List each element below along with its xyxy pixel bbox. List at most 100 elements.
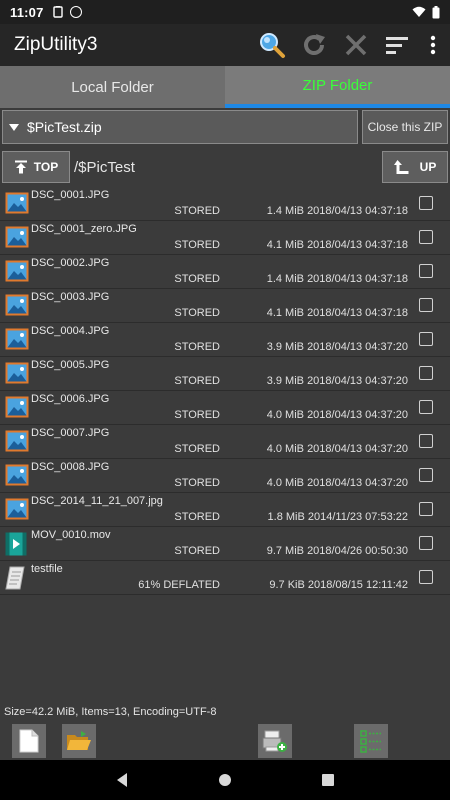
image-file-icon: [5, 362, 29, 386]
close-icon: [345, 34, 367, 56]
file-row[interactable]: DSC_0003.JPG STORED 4.1 MiB 2018/04/13 04:…: [0, 289, 450, 323]
image-file-icon: [5, 260, 29, 284]
file-name: DSC_0001.JPG: [31, 189, 110, 201]
file-name: DSC_0002.JPG: [31, 257, 110, 269]
nav-home-button[interactable]: [205, 760, 245, 800]
file-select-checkbox[interactable]: [419, 196, 433, 210]
status-bar: 11:07: [0, 0, 450, 24]
close-zip-button[interactable]: Close this ZIP: [362, 110, 448, 144]
home-circle-icon: [218, 774, 231, 786]
cancel-button[interactable]: [342, 31, 370, 59]
file-row[interactable]: DSC_0006.JPG STORED 4.0 MiB 2018/04/13 04:…: [0, 391, 450, 425]
compression-method: STORED: [174, 341, 220, 353]
file-size-date: 1.4 MiB 2018/04/13 04:37:18: [267, 205, 408, 217]
file-size: 4.0 MiB: [266, 409, 304, 421]
file-name: DSC_0004.JPG: [31, 325, 110, 337]
recents-square-icon: [322, 774, 335, 786]
file-datetime: 2018/04/13 04:37:18: [307, 239, 408, 251]
file-select-checkbox[interactable]: [419, 502, 433, 516]
file-row[interactable]: DSC_0005.JPG STORED 3.9 MiB 2018/04/13 04:…: [0, 357, 450, 391]
file-row[interactable]: DSC_0007.JPG STORED 4.0 MiB 2018/04/13 04:…: [0, 425, 450, 459]
file-select-checkbox[interactable]: [419, 536, 433, 550]
file-select-checkbox[interactable]: [419, 366, 433, 380]
tab-zip-folder[interactable]: ZIP Folder: [225, 66, 450, 108]
search-button[interactable]: [258, 31, 286, 59]
file-select-checkbox[interactable]: [419, 468, 433, 482]
file-name: DSC_0005.JPG: [31, 359, 110, 371]
compression-method: STORED: [174, 477, 220, 489]
file-datetime: 2018/04/13 04:37:20: [307, 341, 408, 353]
new-file-button[interactable]: [12, 724, 46, 758]
file-select-checkbox[interactable]: [419, 264, 433, 278]
image-file-icon: [5, 328, 29, 352]
file-size: 4.0 MiB: [266, 477, 304, 489]
wifi-icon: [412, 6, 426, 17]
file-row[interactable]: DSC_0002.JPG STORED 1.4 MiB 2018/04/13 04:…: [0, 255, 450, 289]
search-icon: [260, 33, 285, 58]
file-name: DSC_0003.JPG: [31, 291, 110, 303]
more-vert-icon: [430, 35, 436, 55]
nav-recents-button[interactable]: [308, 760, 348, 800]
file-name: DSC_0007.JPG: [31, 427, 110, 439]
file-name: MOV_0010.mov: [31, 529, 111, 541]
zip-file-dropdown[interactable]: $PicTest.zip: [2, 110, 358, 144]
image-file-icon: [5, 294, 29, 318]
file-datetime: 2018/08/15 12:11:42: [307, 579, 408, 591]
up-arrow-icon: [393, 160, 409, 174]
file-size: 4.1 MiB: [266, 239, 304, 251]
file-datetime: 2018/04/13 04:37:20: [307, 443, 408, 455]
select-all-button[interactable]: [354, 724, 388, 758]
file-select-checkbox[interactable]: [419, 298, 433, 312]
file-name: testfile: [31, 563, 63, 575]
file-size-date: 4.1 MiB 2018/04/13 04:37:18: [267, 239, 408, 251]
file-row[interactable]: DSC_0001.JPG STORED 1.4 MiB 2018/04/13 04:…: [0, 187, 450, 221]
file-size: 1.8 MiB: [267, 511, 305, 523]
zip-file-name: $PicTest.zip: [27, 119, 102, 135]
file-select-checkbox[interactable]: [419, 400, 433, 414]
file-size: 4.1 MiB: [266, 307, 304, 319]
checklist-icon: [360, 730, 381, 753]
file-size: 4.0 MiB: [266, 443, 304, 455]
file-size: 1.4 MiB: [266, 205, 304, 217]
file-select-checkbox[interactable]: [419, 434, 433, 448]
file-size-date: 9.7 MiB 2018/04/26 00:50:30: [267, 545, 408, 557]
compression-method: STORED: [174, 545, 220, 557]
up-button[interactable]: UP: [382, 151, 448, 183]
compression-method: STORED: [174, 307, 220, 319]
file-row[interactable]: MOV_0010.mov STORED 9.7 MiB 2018/04/26 00:…: [0, 527, 450, 561]
nav-back-button[interactable]: [102, 760, 142, 800]
compression-method: 61% DEFLATED: [138, 579, 220, 591]
file-select-checkbox[interactable]: [419, 230, 433, 244]
file-row[interactable]: DSC_0001_zero.JPG STORED 4.1 MiB 2018/04/1…: [0, 221, 450, 255]
archive-summary: Size=42.2 MiB, Items=13, Encoding=UTF-8: [4, 706, 217, 718]
file-datetime: 2018/04/13 04:37:20: [307, 375, 408, 387]
file-size-date: 4.0 MiB 2018/04/13 04:37:20: [267, 443, 408, 455]
compression-method: STORED: [174, 511, 220, 523]
image-file-icon: [5, 498, 29, 522]
tab-local-folder[interactable]: Local Folder: [0, 66, 225, 108]
overflow-menu-button[interactable]: [426, 31, 440, 59]
back-triangle-icon: [116, 773, 127, 787]
file-row[interactable]: DSC_0008.JPG STORED 4.0 MiB 2018/04/13 04:…: [0, 459, 450, 493]
refresh-button[interactable]: [300, 31, 328, 59]
sort-icon: [386, 37, 408, 54]
file-row[interactable]: testfile 61% DEFLATED 9.7 KiB 2018/08/15 1…: [0, 561, 450, 595]
sync-status-icon: [69, 6, 82, 18]
extract-button[interactable]: [258, 724, 292, 758]
top-button[interactable]: TOP: [2, 151, 70, 183]
file-row[interactable]: DSC_0004.JPG STORED 3.9 MiB 2018/04/13 04:…: [0, 323, 450, 357]
sort-button[interactable]: [384, 31, 412, 59]
open-folder-button[interactable]: [62, 724, 96, 758]
image-file-icon: [5, 430, 29, 454]
file-row[interactable]: DSC_2014_11_21_007.jpg STORED 1.8 MiB 2014…: [0, 493, 450, 527]
image-file-icon: [5, 396, 29, 420]
file-name: DSC_0008.JPG: [31, 461, 110, 473]
file-datetime: 2018/04/13 04:37:20: [307, 409, 408, 421]
file-select-checkbox[interactable]: [419, 570, 433, 584]
file-select-checkbox[interactable]: [419, 332, 433, 346]
file-name: DSC_0006.JPG: [31, 393, 110, 405]
image-file-icon: [5, 226, 29, 250]
image-file-icon: [5, 464, 29, 488]
generic-file-icon: [5, 566, 29, 590]
open-folder-icon: [67, 731, 91, 750]
